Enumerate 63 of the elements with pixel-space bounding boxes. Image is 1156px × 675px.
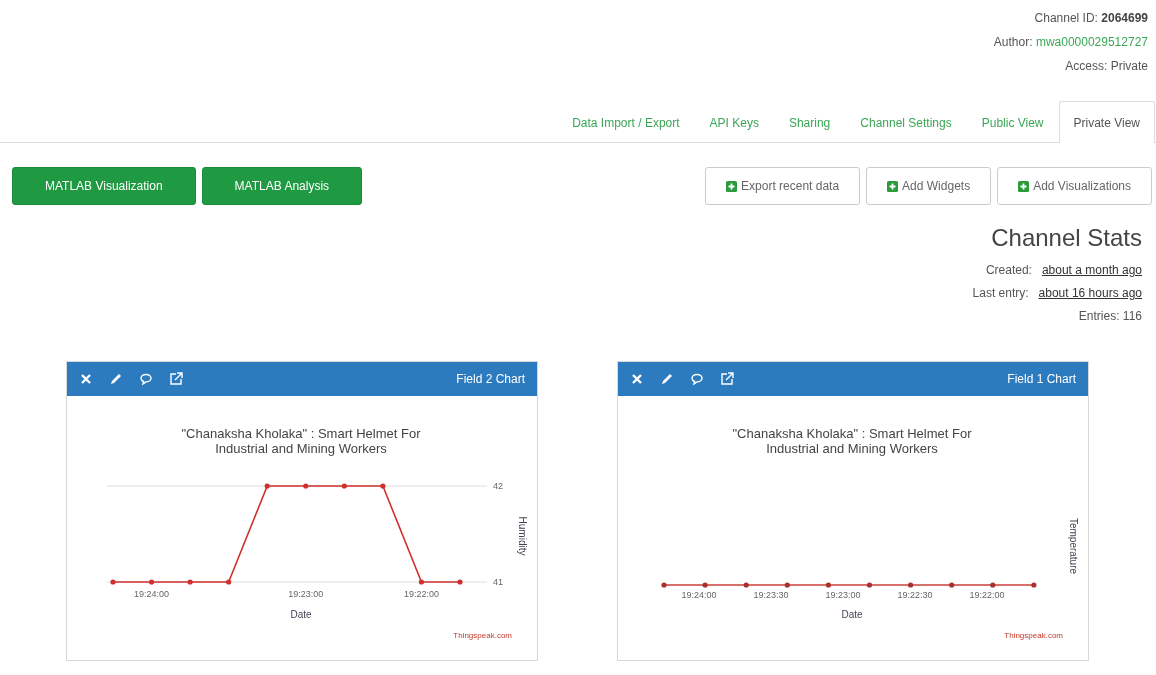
data-point	[110, 579, 116, 585]
tab[interactable]: Private View	[1058, 101, 1155, 143]
x-axis-label: Date	[290, 609, 312, 620]
data-point	[418, 579, 425, 585]
tab[interactable]: Channel Settings	[845, 102, 967, 143]
plus-square-icon	[1018, 180, 1030, 192]
chart-header-title: Field 1 Chart	[1007, 372, 1076, 386]
x-tick-label: 19:22:30	[897, 590, 933, 600]
x-tick-label: 19:23:30	[753, 590, 789, 600]
credit-link[interactable]: Thingspeak.com	[453, 631, 512, 640]
data-point	[148, 579, 155, 585]
x-tick-label: 19:22:00	[969, 590, 1005, 600]
external-link-icon[interactable]	[169, 372, 183, 386]
x-tick-label: 19:24:00	[134, 589, 170, 599]
chart-header-title: Field 2 Chart	[456, 372, 525, 386]
data-point	[264, 483, 270, 489]
data-point	[380, 483, 386, 489]
pencil-icon[interactable]	[660, 372, 674, 386]
comment-icon[interactable]	[139, 372, 153, 386]
comment-icon[interactable]	[690, 372, 704, 386]
author-link[interactable]: mwa0000029512727	[1035, 35, 1148, 49]
tab[interactable]: Data Import / Export	[557, 102, 695, 143]
last-entry-link[interactable]: about 16 hours ago	[1038, 286, 1142, 300]
matlab-button[interactable]: MATLAB Visualization	[12, 167, 196, 205]
tab[interactable]: Public View	[966, 102, 1059, 143]
channel-id: 2064699	[1101, 11, 1148, 25]
y-tick-label: 41	[493, 577, 503, 587]
created-link[interactable]: about a month ago	[1041, 263, 1142, 277]
tab[interactable]: Sharing	[773, 102, 846, 143]
data-point	[226, 579, 232, 585]
y-axis-label: Temperature	[1068, 517, 1079, 575]
credit-link[interactable]: Thingspeak.com	[1004, 631, 1063, 640]
x-tick-label: 19:23:00	[288, 589, 324, 599]
channel-id-label: Channel ID:	[1034, 11, 1098, 25]
x-tick-label: 19:23:00	[825, 590, 861, 600]
toolbar-button[interactable]: Add Widgets	[866, 167, 992, 205]
x-tick-label: 19:22:00	[403, 589, 439, 599]
matlab-button[interactable]: MATLAB Analysis	[201, 167, 363, 205]
tab[interactable]: API Keys	[694, 102, 774, 143]
data-point	[341, 483, 347, 489]
chart-title: "Chanaksha Kholaka" : Smart Helmet For Industrial and Mining Workers	[732, 426, 972, 456]
toolbar-button[interactable]: Add Visualizations	[997, 167, 1152, 205]
x-tick-label: 19:24:00	[681, 590, 717, 600]
chart-title: "Chanaksha Kholaka" : Smart Helmet For Industrial and Mining Workers	[181, 426, 421, 456]
created-label: Created:	[985, 263, 1032, 277]
external-link-icon[interactable]	[720, 372, 734, 386]
data-point	[457, 579, 463, 585]
plus-square-icon	[726, 180, 738, 192]
plus-square-icon	[887, 180, 899, 192]
data-point	[303, 483, 309, 489]
y-tick-label: 42	[493, 481, 503, 491]
author-label: Author:	[993, 35, 1033, 49]
access-text: Access: Private	[1065, 59, 1148, 73]
section-title: Channel Stats	[991, 223, 1142, 253]
data-point	[187, 579, 193, 585]
last-entry-label: Last entry:	[972, 286, 1029, 300]
close-icon[interactable]	[630, 372, 644, 386]
y-axis-label: Humidity	[517, 516, 528, 556]
x-axis-label: Date	[841, 609, 863, 620]
pencil-icon[interactable]	[109, 372, 123, 386]
entries-count: Entries: 116	[1078, 309, 1142, 323]
close-icon[interactable]	[79, 372, 93, 386]
toolbar-button[interactable]: Export recent data	[705, 167, 861, 205]
